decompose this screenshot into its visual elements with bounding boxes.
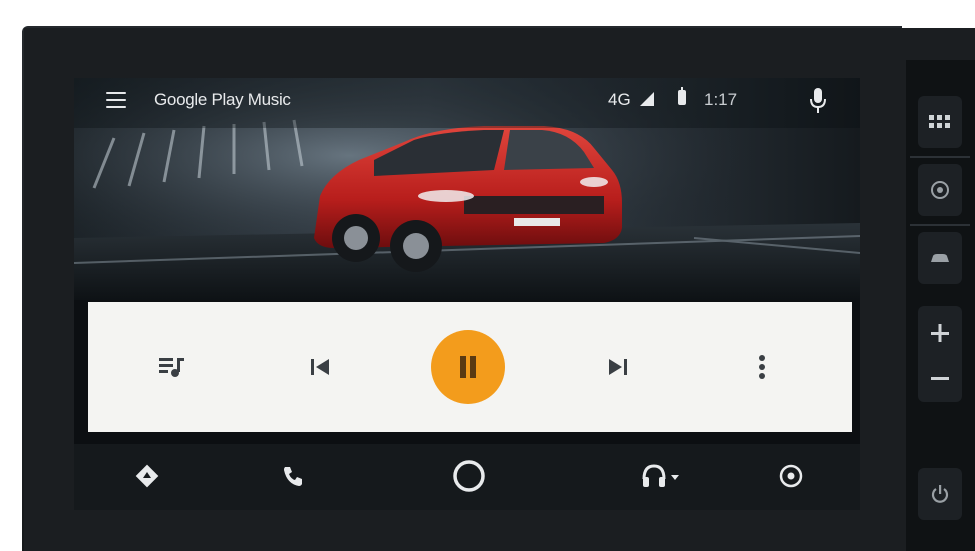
microphone-icon[interactable]	[810, 88, 826, 114]
side-divider	[910, 156, 970, 158]
status-time: 1:17	[704, 90, 738, 109]
side-divider	[910, 224, 970, 226]
cell-signal-icon	[640, 92, 654, 106]
battery-icon	[678, 87, 686, 105]
playback-controls	[88, 302, 852, 432]
grid-icon	[929, 115, 950, 128]
hardware-nav-button[interactable]	[918, 164, 962, 216]
app-title: Google Play Music	[154, 90, 291, 109]
headphones-icon	[642, 464, 679, 487]
more-options-button[interactable]	[732, 337, 792, 397]
status-bar: Google Play Music 4G 1:17	[74, 78, 860, 124]
car-icon	[931, 254, 949, 262]
queue-button[interactable]	[142, 337, 202, 397]
hardware-grid-button[interactable]	[918, 96, 962, 148]
skip-previous-icon	[311, 359, 329, 375]
nav-home-button[interactable]	[444, 454, 494, 498]
home-circle-icon	[453, 460, 485, 492]
nav-maps-button[interactable]	[122, 454, 172, 498]
hardware-volume-rocker[interactable]	[918, 306, 962, 402]
previous-button[interactable]	[290, 337, 350, 397]
recents-icon	[779, 464, 803, 488]
android-auto-screen: Google Play Music 4G 1:17	[74, 78, 860, 510]
hardware-button-panel	[906, 60, 975, 551]
pause-icon	[460, 356, 476, 378]
more-vert-icon	[759, 355, 765, 379]
nav-recents-button[interactable]	[766, 454, 816, 498]
skip-next-icon	[609, 359, 627, 375]
next-button[interactable]	[588, 337, 648, 397]
navigation-icon	[135, 464, 159, 488]
nav-phone-button[interactable]	[268, 454, 318, 498]
album-art: Google Play Music 4G 1:17	[74, 78, 860, 300]
queue-music-icon	[159, 358, 184, 377]
phone-icon	[284, 467, 302, 486]
network-type: 4G	[608, 90, 631, 109]
hardware-car-button[interactable]	[918, 232, 962, 284]
bottom-navigation-bar	[74, 444, 860, 510]
hardware-power-button[interactable]	[918, 468, 962, 520]
power-icon	[931, 485, 949, 503]
nav-audio-button[interactable]	[626, 454, 696, 498]
volume-plus-minus-icon	[931, 324, 949, 380]
hamburger-menu-icon[interactable]	[104, 89, 128, 111]
play-pause-button[interactable]	[431, 330, 505, 404]
navigation-shield-icon	[931, 181, 949, 199]
